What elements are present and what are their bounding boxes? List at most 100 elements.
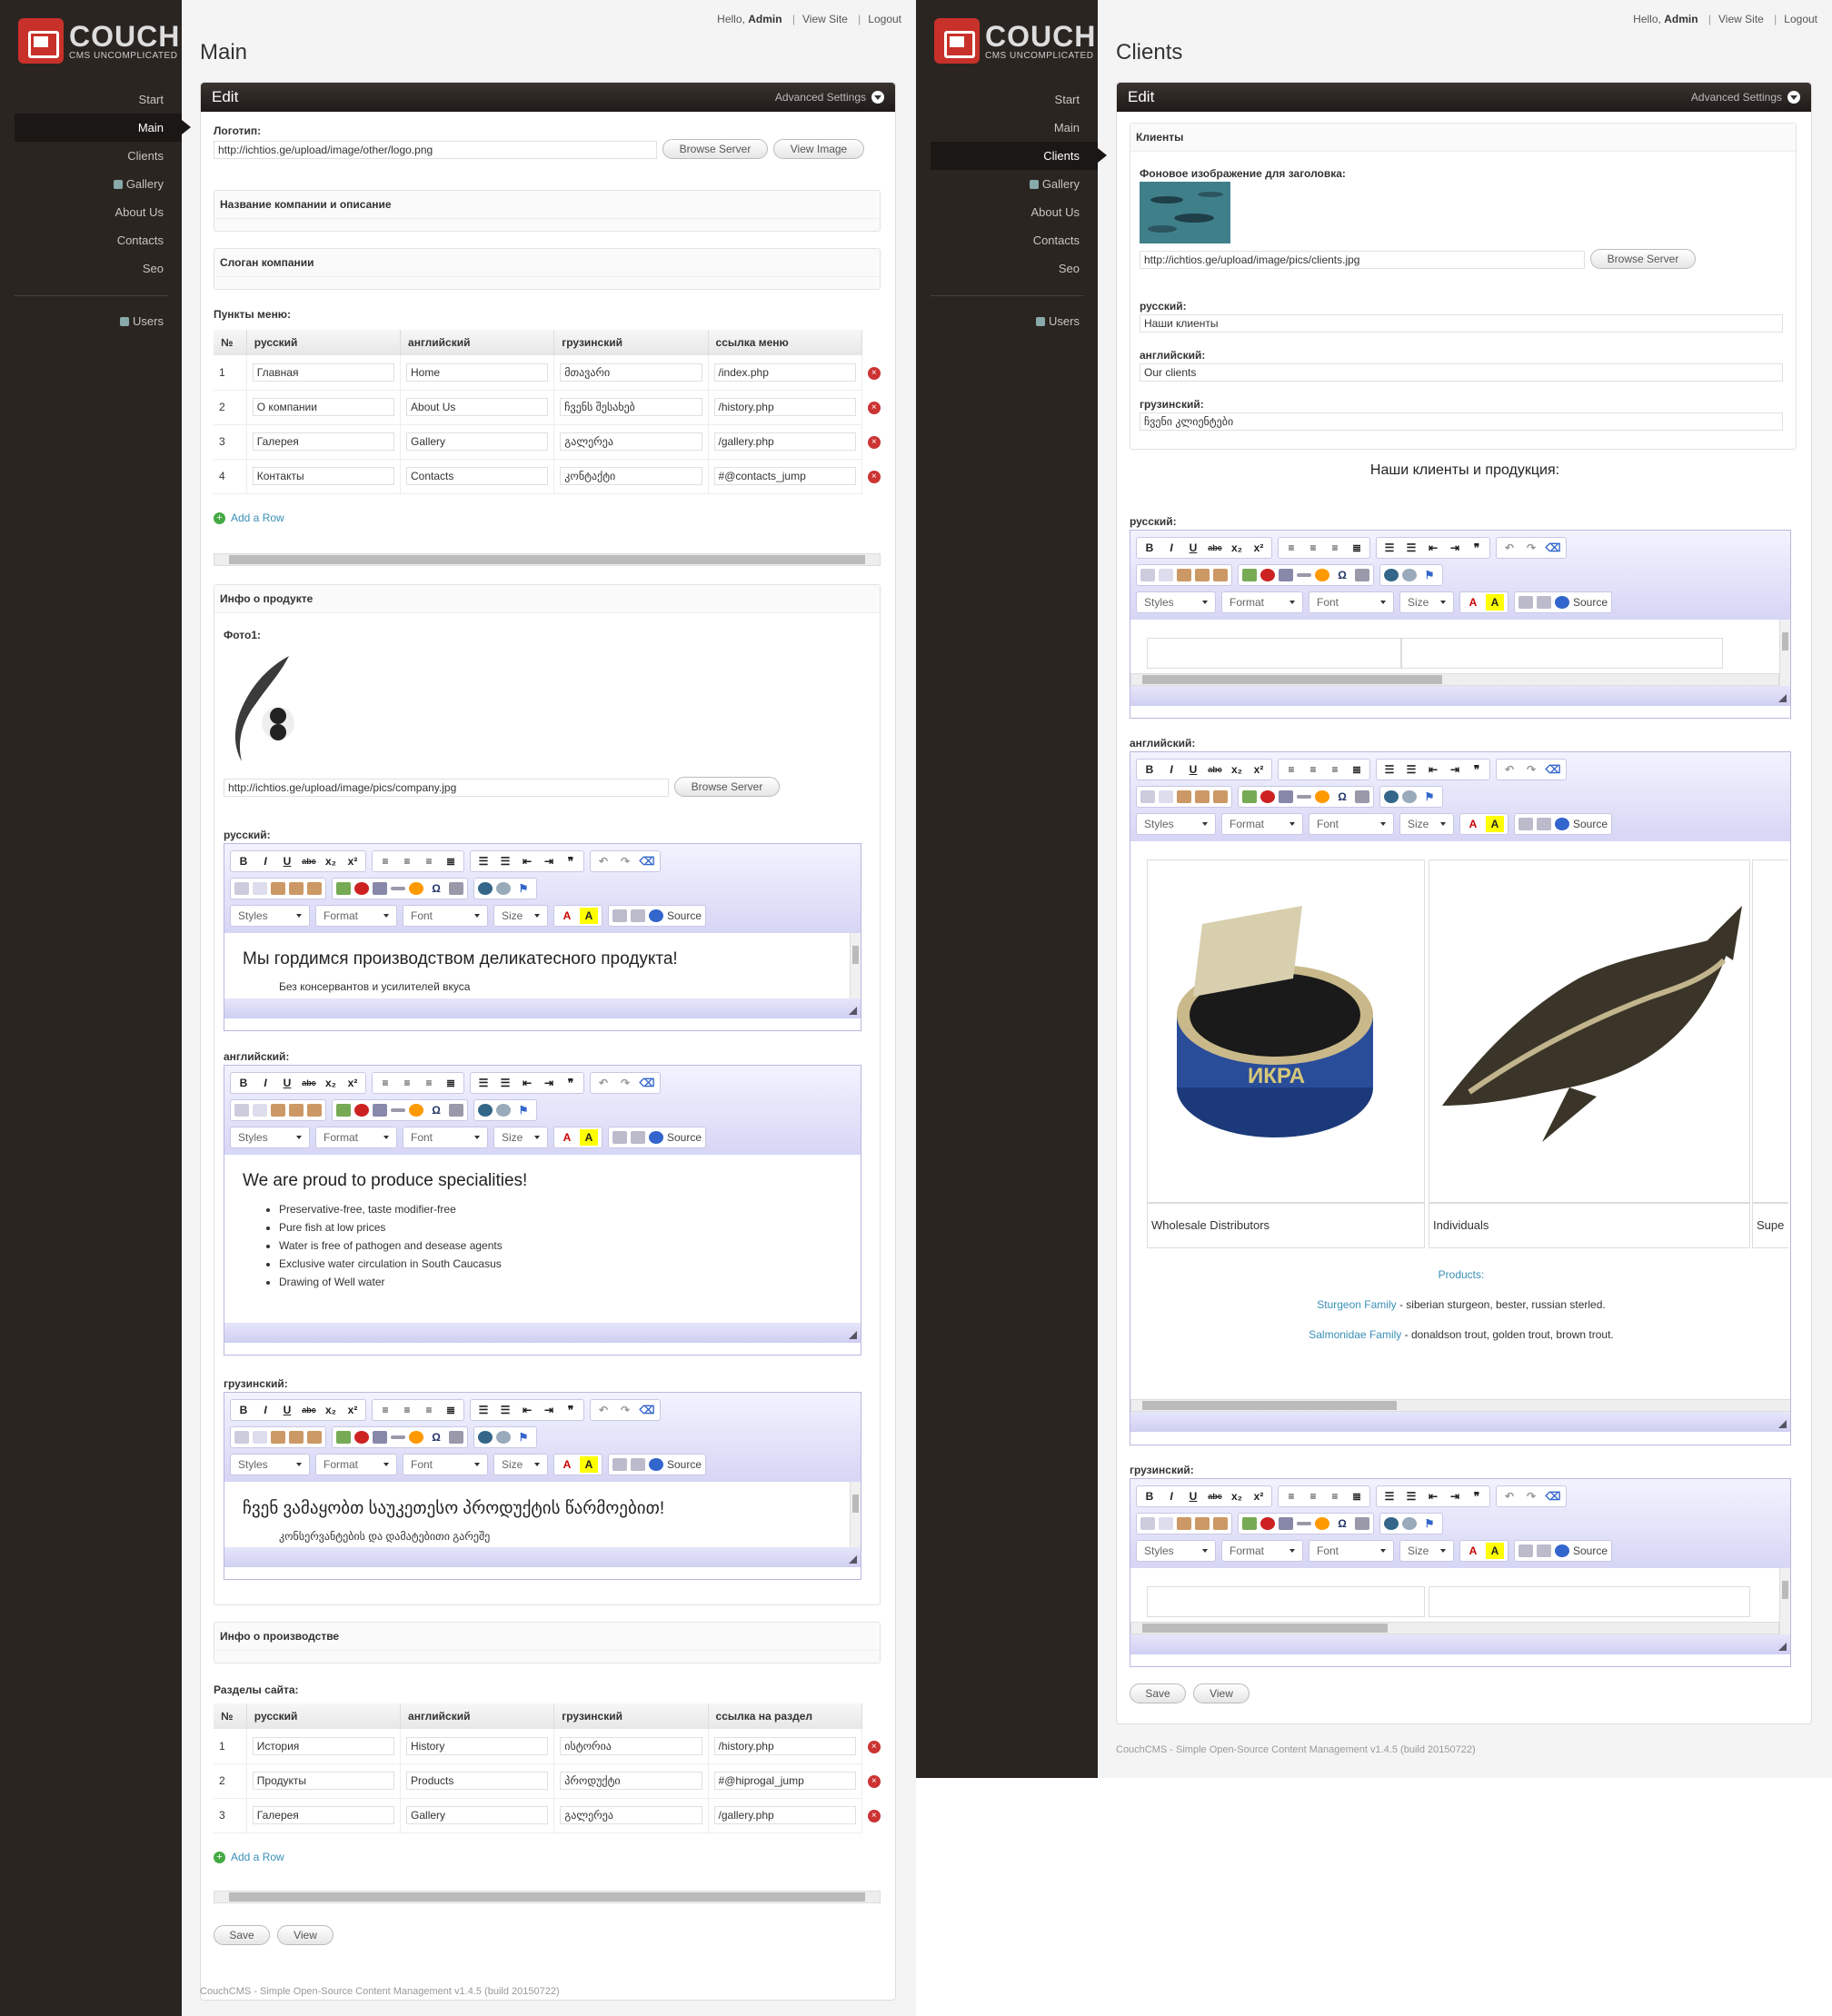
align-center-icon[interactable]: ≡ [1304,540,1322,556]
redo-icon[interactable]: ↷ [616,1075,634,1091]
underline-button[interactable]: U [278,1075,296,1091]
editor-scrollbar[interactable] [1779,620,1790,686]
align-left-icon[interactable]: ≡ [1282,540,1300,556]
paste-icon[interactable] [1177,790,1191,803]
unlink-icon[interactable] [1402,1517,1417,1530]
flash-icon[interactable] [1260,1517,1275,1530]
blockquote-icon[interactable]: ❞ [1468,540,1486,556]
strike-button[interactable]: abc [1206,540,1224,556]
view-button[interactable]: View [277,1925,334,1945]
logo[interactable]: COUCH CMS UNCOMPLICATED [18,18,180,64]
format-dropdown[interactable]: Format [1221,591,1303,613]
add-row-button[interactable]: + Add a Row [214,511,284,524]
advanced-settings-toggle[interactable]: Advanced Settings [775,91,884,104]
delete-row-icon[interactable]: × [867,1775,881,1788]
flash-icon[interactable] [1260,569,1275,581]
preview-icon[interactable] [1537,1544,1551,1557]
editor-scrollbar[interactable] [850,933,861,998]
redo-icon[interactable]: ↷ [1522,540,1540,556]
cell-input[interactable]: Галерея [252,1806,395,1824]
bullet-list-icon[interactable]: ☰ [1402,540,1420,556]
subscript-button[interactable]: x₂ [1228,1488,1246,1505]
indent-icon[interactable]: ⇥ [1446,761,1464,778]
logout-link[interactable]: Logout [1784,13,1817,25]
numbered-list-icon[interactable]: ☰ [474,1402,493,1418]
align-right-icon[interactable]: ≡ [1326,761,1344,778]
align-center-icon[interactable]: ≡ [1304,1488,1322,1505]
text-color-icon[interactable]: A [558,1129,576,1146]
view-button[interactable]: View [1193,1683,1250,1703]
align-right-icon[interactable]: ≡ [420,1075,438,1091]
blockquote-icon[interactable]: ❞ [562,1075,580,1091]
align-center-icon[interactable]: ≡ [398,853,416,869]
paste-word-icon[interactable] [1213,569,1228,581]
bold-button[interactable]: B [234,1075,253,1091]
link-icon[interactable] [1384,569,1399,581]
cell-input[interactable]: ჩვენს შესახებ [560,398,702,416]
subscript-button[interactable]: x₂ [1228,761,1246,778]
group-title[interactable]: Название компании и описание [214,191,880,219]
format-dropdown[interactable]: Format [315,1127,397,1148]
cell-input[interactable]: /history.php [713,398,856,416]
editor-resize-bar[interactable] [1130,1412,1790,1432]
horizontal-rule-icon[interactable] [1297,573,1311,577]
text-color-icon[interactable]: A [1464,1543,1482,1559]
delete-row-icon[interactable]: × [867,1810,881,1822]
bold-button[interactable]: B [234,853,253,869]
save-button[interactable]: Save [214,1925,270,1945]
italic-button[interactable]: I [256,1402,274,1418]
italic-button[interactable]: I [256,1075,274,1091]
strike-button[interactable]: abc [300,1402,318,1418]
cell-input[interactable]: Contacts [406,467,549,485]
align-right-icon[interactable]: ≡ [420,853,438,869]
sturgeon-link[interactable]: Sturgeon Family [1317,1298,1396,1311]
paste-text-icon[interactable] [289,882,304,895]
size-dropdown[interactable]: Size [493,1454,548,1475]
indent-icon[interactable]: ⇥ [1446,1488,1464,1505]
logo-url-field[interactable]: http://ichtios.ge/upload/image/other/log… [214,141,657,159]
editor-scrollbar[interactable] [850,1482,861,1547]
undo-icon[interactable]: ↶ [1500,1488,1518,1505]
horizontal-rule-icon[interactable] [1297,1522,1311,1525]
flash-icon[interactable] [354,1104,369,1117]
outdent-icon[interactable]: ⇤ [518,1402,536,1418]
editor-content[interactable]: Мы гордимся производством деликатесного … [224,933,861,998]
sidebar-item-contacts[interactable]: Contacts [0,226,182,254]
blocks-icon[interactable] [1555,596,1569,609]
superscript-button[interactable]: x² [1250,540,1268,556]
editor-resize-bar[interactable] [224,1547,861,1567]
cell-input[interactable]: გალერეა [560,432,702,451]
sidebar-item-gallery[interactable]: Gallery [916,170,1098,198]
image-icon[interactable] [336,882,351,895]
underline-button[interactable]: U [278,853,296,869]
font-dropdown[interactable]: Font [403,1454,488,1475]
editor-content[interactable] [1130,620,1790,686]
view-image-button[interactable]: View Image [773,139,864,159]
sidebar-item-start[interactable]: Start [0,85,182,114]
cell-input[interactable]: /index.php [713,362,856,382]
font-dropdown[interactable]: Font [1309,1540,1394,1562]
bg-url-field[interactable]: http://ichtios.ge/upload/image/pics/clie… [1140,251,1585,269]
sidebar-item-seo[interactable]: Seo [916,254,1098,283]
indent-icon[interactable]: ⇥ [540,853,558,869]
numbered-list-icon[interactable]: ☰ [474,853,493,869]
horizontal-rule-icon[interactable] [1297,795,1311,799]
preview-icon[interactable] [1537,596,1551,609]
en-title-field[interactable]: Our clients [1140,363,1783,382]
image-icon[interactable] [1242,1517,1257,1530]
paste-text-icon[interactable] [1195,569,1210,581]
editor-resize-bar[interactable] [224,1323,861,1343]
link-icon[interactable] [478,882,493,895]
subscript-button[interactable]: x₂ [1228,540,1246,556]
bold-button[interactable]: B [1140,761,1159,778]
browse-server-button[interactable]: Browse Server [662,139,768,159]
italic-button[interactable]: I [256,853,274,869]
italic-button[interactable]: I [1162,761,1180,778]
copy-icon[interactable] [1159,790,1173,803]
justify-icon[interactable]: ≣ [442,1402,460,1418]
bg-color-icon[interactable]: A [1486,1543,1504,1559]
table-scrollbar[interactable] [214,1891,881,1903]
eraser-icon[interactable]: ⌫ [1544,540,1562,556]
blocks-icon[interactable] [649,909,663,922]
special-char-icon[interactable]: Ω [1333,567,1351,583]
